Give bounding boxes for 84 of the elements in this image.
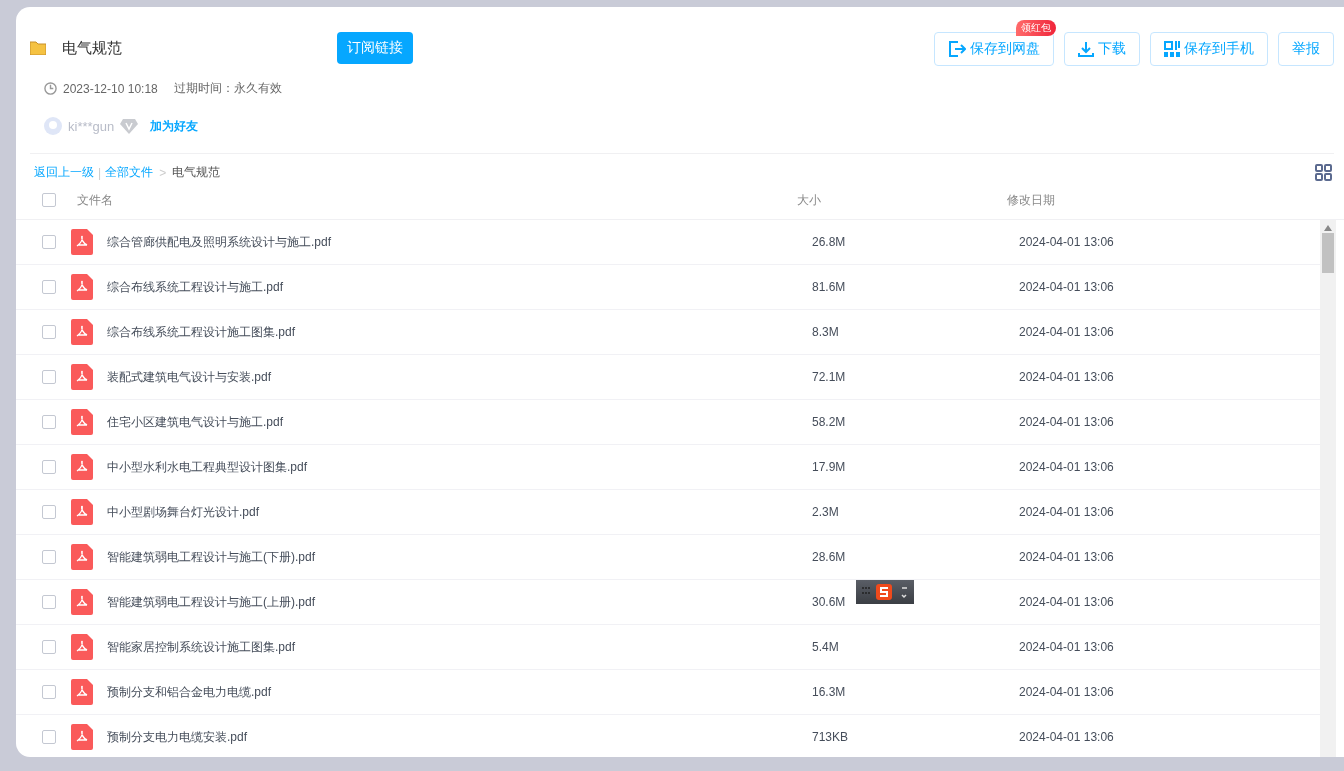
row-checkbox[interactable] <box>42 685 56 699</box>
pdf-file-icon <box>71 409 93 435</box>
pdf-file-icon <box>71 634 93 660</box>
file-size: 8.3M <box>812 325 840 339</box>
file-size: 30.6M <box>812 595 847 609</box>
pdf-file-icon <box>71 229 93 255</box>
scrollbar-thumb[interactable] <box>1322 233 1334 273</box>
file-name[interactable]: 综合管廊供配电及照明系统设计与施工.pdf <box>107 233 812 251</box>
pdf-file-icon <box>71 499 93 525</box>
file-name[interactable]: 智能建筑弱电工程设计与施工(上册).pdf <box>107 593 812 611</box>
column-header: 修改日期 <box>1007 191 1056 209</box>
download-icon <box>1078 41 1094 57</box>
avatar-icon <box>44 117 62 135</box>
file-size: 16.3M <box>812 685 847 699</box>
username: ki***gun <box>68 118 115 134</box>
row-checkbox[interactable] <box>42 235 56 249</box>
file-name[interactable]: 中小型剧场舞台灯光设计.pdf <box>107 503 812 521</box>
modified-date: 2024-04-01 13:06 <box>1019 640 1115 654</box>
file-name[interactable]: 智能建筑弱电工程设计与施工(下册).pdf <box>107 548 812 566</box>
file-size: 26.8M <box>812 235 847 249</box>
column-header: 文件名 <box>77 191 114 209</box>
row-checkbox[interactable] <box>42 505 56 519</box>
modified-date: 2024-04-01 13:06 <box>1019 325 1115 339</box>
file-name[interactable]: 预制分支电力电缆安装.pdf <box>107 728 812 746</box>
pdf-file-icon <box>71 364 93 390</box>
pdf-file-icon <box>71 454 93 480</box>
row-checkbox[interactable] <box>42 550 56 564</box>
modified-date: 2024-04-01 13:06 <box>1019 370 1115 384</box>
modified-date: 2024-04-01 13:06 <box>1019 280 1115 294</box>
grid-view-icon[interactable] <box>1315 164 1332 181</box>
modified-date: 2024-04-01 13:06 <box>1019 685 1115 699</box>
row-checkbox[interactable] <box>42 730 56 744</box>
pdf-file-icon <box>71 679 93 705</box>
export-icon <box>948 40 966 58</box>
share-date: 2023-12-10 10:18 <box>63 81 158 96</box>
file-size: 713KB <box>812 730 850 744</box>
modified-date: 2024-04-01 13:06 <box>1019 595 1115 609</box>
file-size: 2.3M <box>812 505 840 519</box>
file-size: 81.6M <box>812 280 847 294</box>
scroll-up-icon[interactable] <box>1324 225 1332 231</box>
expiry-text: 过期时间：永久有效 <box>173 80 282 97</box>
ime-toolbar[interactable] <box>856 580 914 604</box>
modified-date: 2024-04-01 13:06 <box>1019 730 1115 744</box>
row-checkbox[interactable] <box>42 595 56 609</box>
file-name[interactable]: 智能家居控制系统设计施工图集.pdf <box>107 638 812 656</box>
pdf-file-icon <box>71 724 93 750</box>
file-size: 5.4M <box>812 640 840 654</box>
select-all-checkbox[interactable] <box>42 193 56 207</box>
scrollbar[interactable] <box>1320 220 1336 757</box>
file-name[interactable]: 预制分支和铝合金电力电缆.pdf <box>107 683 812 701</box>
file-size: 58.2M <box>812 415 847 429</box>
file-size: 17.9M <box>812 460 847 474</box>
file-name[interactable]: 综合布线系统工程设计施工图集.pdf <box>107 323 812 341</box>
link-divider: | <box>98 165 102 180</box>
file-size: 72.1M <box>812 370 847 384</box>
pdf-file-icon <box>71 589 93 615</box>
clock-icon <box>44 82 57 95</box>
modified-date: 2024-04-01 13:06 <box>1019 460 1115 474</box>
file-name[interactable]: 装配式建筑电气设计与安装.pdf <box>107 368 812 386</box>
vip-diamond-icon <box>120 118 139 134</box>
modified-date: 2024-04-01 13:06 <box>1019 235 1115 249</box>
file-name[interactable]: 住宅小区建筑电气设计与施工.pdf <box>107 413 812 431</box>
row-checkbox[interactable] <box>42 280 56 294</box>
file-name[interactable]: 综合布线系统工程设计与施工.pdf <box>107 278 812 296</box>
pdf-file-icon <box>71 544 93 570</box>
row-checkbox[interactable] <box>42 325 56 339</box>
qr-code-icon <box>1164 41 1180 57</box>
file-size: 28.6M <box>812 550 847 564</box>
row-checkbox[interactable] <box>42 415 56 429</box>
row-checkbox[interactable] <box>42 640 56 654</box>
breadcrumb-separator: > <box>159 165 167 180</box>
folder-icon <box>30 41 46 55</box>
column-header: 大小 <box>797 191 822 209</box>
file-name[interactable]: 中小型水利水电工程典型设计图集.pdf <box>107 458 812 476</box>
current-folder: 电气规范 <box>172 164 221 181</box>
modified-date: 2024-04-01 13:06 <box>1019 505 1115 519</box>
folder-title: 电气规范 <box>62 38 123 58</box>
modified-date: 2024-04-01 13:06 <box>1019 415 1115 429</box>
input-method-logo-icon <box>860 583 910 601</box>
row-checkbox[interactable] <box>42 370 56 384</box>
row-checkbox[interactable] <box>42 460 56 474</box>
modified-date: 2024-04-01 13:06 <box>1019 550 1115 564</box>
pdf-file-icon <box>71 274 93 300</box>
pdf-file-icon <box>71 319 93 345</box>
